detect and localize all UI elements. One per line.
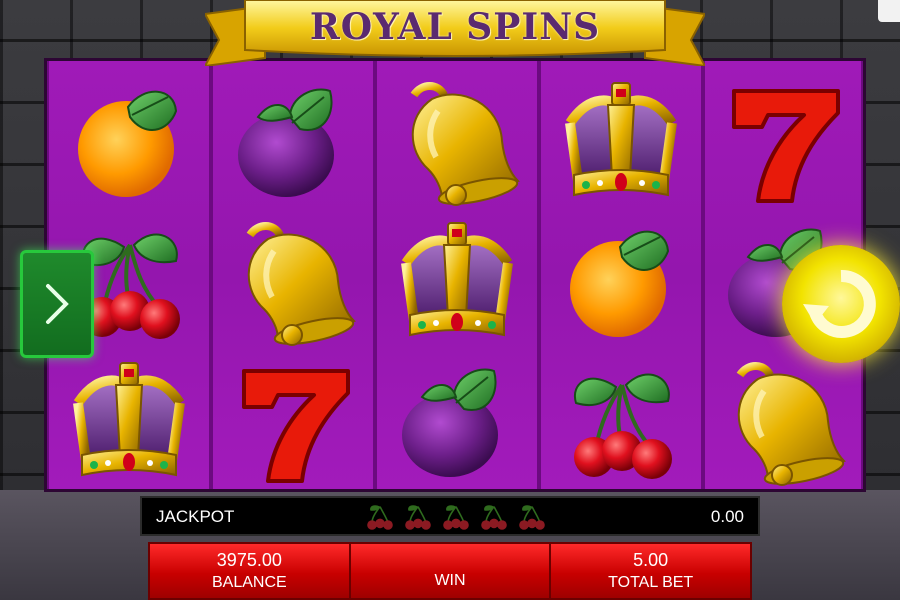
spin-arrow-icon [803, 269, 876, 338]
symbol-plum [377, 351, 537, 493]
reel-2 [211, 61, 375, 489]
next-button[interactable] [20, 250, 94, 358]
balance-value: 3975.00 [216, 550, 282, 570]
win-label: WIN [434, 572, 466, 589]
symbol-crown [541, 71, 701, 213]
symbol-orange [49, 71, 209, 213]
game-title: ROYAL SPINS [309, 6, 601, 48]
reel-area [44, 58, 866, 492]
symbol-bell [705, 351, 861, 493]
symbol-crown [49, 351, 209, 493]
symbol-cherries [541, 351, 701, 493]
balance-label: BALANCE [211, 574, 287, 591]
spin-button[interactable] [782, 245, 900, 363]
cherry-indicator-icon [364, 502, 396, 532]
symbol-bell [213, 211, 373, 353]
chevron-right-icon [46, 284, 69, 324]
total-bet-box[interactable]: 5.00 TOTAL BET [551, 544, 751, 598]
total-bet-value: 5.00 [633, 550, 669, 570]
cherry-indicator-icon [440, 502, 472, 532]
reel-4 [539, 61, 703, 489]
win-box: WIN [350, 544, 552, 598]
symbol-seven [213, 351, 373, 493]
symbol-crown [377, 211, 537, 353]
cherry-indicator-icon [402, 502, 434, 532]
symbol-bell [377, 71, 537, 213]
jackpot-cherry-indicators [364, 502, 548, 532]
menu-corner-button[interactable] [878, 0, 900, 22]
jackpot-label: JACKPOT [156, 507, 235, 526]
symbol-orange [541, 211, 701, 353]
cherry-indicator-icon [478, 502, 510, 532]
jackpot-bar: JACKPOT 0.00 [140, 496, 760, 536]
total-bet-label: TOTAL BET [608, 574, 694, 591]
symbol-seven [705, 71, 861, 213]
info-panel: 3975.00 BALANCE WIN 5.00 TOTAL BET [148, 542, 752, 600]
symbol-plum [213, 71, 373, 213]
reel-3 [375, 61, 539, 489]
title-banner: ROYAL SPINS [205, 0, 705, 66]
balance-box: 3975.00 BALANCE [150, 544, 351, 598]
jackpot-value: 0.00 [710, 507, 744, 526]
cherry-indicator-icon [516, 502, 548, 532]
